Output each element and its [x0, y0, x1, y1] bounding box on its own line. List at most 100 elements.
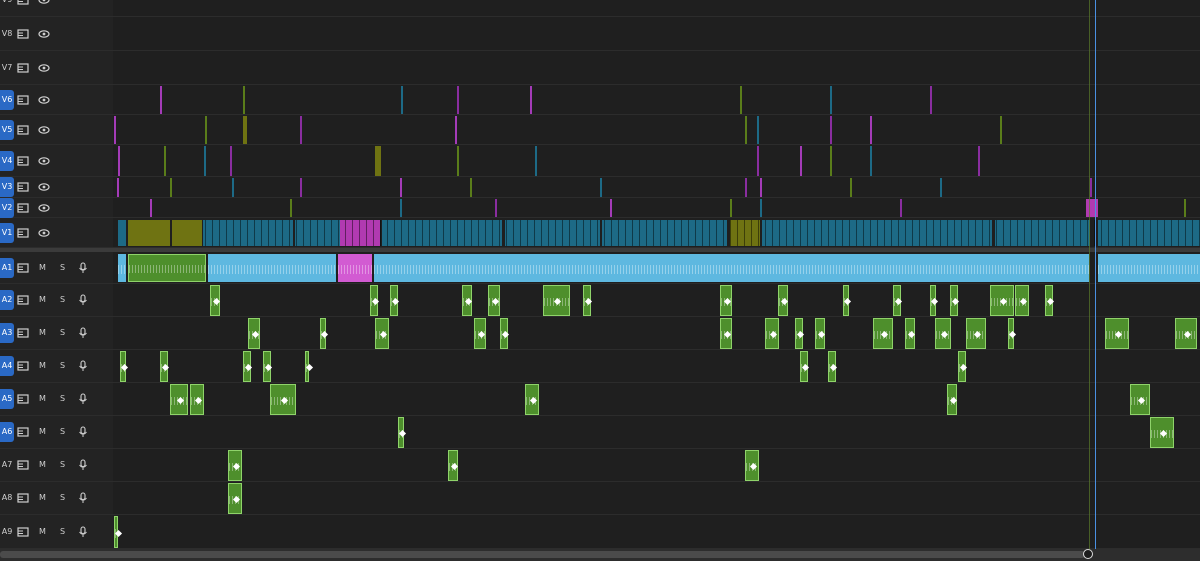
clip-marker[interactable]: [760, 199, 762, 217]
clip[interactable]: [248, 318, 260, 349]
playhead[interactable]: [1095, 0, 1096, 552]
clip[interactable]: [990, 285, 1014, 316]
mute-button[interactable]: M: [39, 492, 46, 504]
clip-marker[interactable]: [745, 178, 747, 197]
track-lane-a4[interactable]: [113, 350, 1200, 383]
microphone-icon[interactable]: [77, 360, 89, 372]
clip[interactable]: [1015, 285, 1029, 316]
track-target-a9[interactable]: A9: [0, 522, 14, 542]
track-header-v6[interactable]: V6: [0, 85, 113, 115]
clip[interactable]: [1130, 384, 1150, 415]
clip[interactable]: [893, 285, 903, 316]
clip-marker[interactable]: [160, 86, 162, 114]
track-target-v8[interactable]: V8: [0, 24, 14, 44]
track-target-v4[interactable]: V4: [0, 150, 14, 171]
clip[interactable]: [114, 516, 123, 548]
film-strip-icon[interactable]: [17, 492, 29, 504]
clip[interactable]: [795, 318, 805, 349]
track-lane-v6[interactable]: [113, 85, 1200, 115]
clip-marker[interactable]: [830, 146, 832, 176]
clip-marker[interactable]: [530, 86, 532, 114]
clip[interactable]: [462, 285, 473, 316]
track-target-a7[interactable]: A7: [0, 455, 14, 475]
track-target-v3[interactable]: V3: [0, 177, 14, 197]
clip-marker[interactable]: [870, 116, 872, 144]
eye-icon[interactable]: [38, 227, 50, 239]
clip-marker[interactable]: [470, 178, 472, 197]
clip-marker[interactable]: [205, 116, 207, 144]
clip-marker[interactable]: [760, 178, 762, 197]
clip[interactable]: [375, 146, 381, 176]
clip[interactable]: [390, 285, 400, 316]
microphone-icon[interactable]: [77, 525, 89, 538]
clip-marker[interactable]: [1184, 199, 1186, 217]
clip[interactable]: [120, 351, 129, 382]
clip-marker[interactable]: [600, 178, 602, 197]
track-lane-v5[interactable]: [113, 115, 1200, 145]
clip[interactable]: [374, 254, 1089, 282]
clip[interactable]: [828, 351, 838, 382]
clip-marker[interactable]: [170, 178, 172, 197]
track-header-v2[interactable]: V2: [0, 197, 113, 218]
track-header-a9[interactable]: A9 M S: [0, 515, 113, 549]
clip-marker[interactable]: [757, 116, 759, 144]
track-lane-v8[interactable]: [113, 17, 1200, 51]
clip[interactable]: [228, 450, 242, 481]
clip[interactable]: [1150, 417, 1174, 448]
clip[interactable]: [543, 285, 570, 316]
clip-marker[interactable]: [118, 146, 120, 176]
clip[interactable]: [382, 220, 502, 246]
track-header-v1[interactable]: V1: [0, 218, 113, 248]
clip[interactable]: [190, 384, 204, 415]
clip-marker[interactable]: [457, 146, 459, 176]
eye-icon[interactable]: [38, 181, 50, 193]
film-strip-icon[interactable]: [17, 62, 29, 74]
track-target-a3[interactable]: A3: [0, 323, 14, 343]
clip[interactable]: [765, 318, 779, 349]
mute-button[interactable]: M: [39, 426, 46, 438]
clip[interactable]: [270, 384, 296, 415]
track-lane-a6[interactable]: [113, 416, 1200, 449]
clip[interactable]: [745, 450, 759, 481]
track-header-v4[interactable]: V4: [0, 145, 113, 177]
track-header-a5[interactable]: A5 M S: [0, 383, 113, 416]
track-target-v2[interactable]: V2: [0, 197, 14, 218]
mute-button[interactable]: M: [39, 393, 46, 405]
mute-button[interactable]: M: [39, 459, 46, 471]
eye-icon[interactable]: [38, 124, 50, 136]
film-strip-icon[interactable]: [17, 124, 29, 136]
clip[interactable]: [203, 220, 293, 246]
clip-marker[interactable]: [930, 86, 932, 114]
clip[interactable]: [1175, 318, 1197, 349]
track-header-a6[interactable]: A6 M S: [0, 416, 113, 449]
clip[interactable]: [243, 351, 253, 382]
film-strip-icon[interactable]: [17, 28, 29, 40]
mute-button[interactable]: M: [39, 360, 46, 372]
clip-marker[interactable]: [164, 146, 166, 176]
track-target-v9[interactable]: V9: [0, 0, 14, 10]
clip-marker[interactable]: [117, 178, 119, 197]
track-header-v7[interactable]: V7: [0, 51, 113, 85]
clip[interactable]: [128, 220, 170, 246]
clip[interactable]: [172, 220, 202, 246]
track-lane-v2[interactable]: [113, 198, 1200, 218]
track-header-v3[interactable]: V3: [0, 177, 113, 198]
track-header-a4[interactable]: A4 M S: [0, 350, 113, 383]
scrollbar-zoom-handle[interactable]: [1083, 549, 1093, 559]
track-target-a6[interactable]: A6: [0, 422, 14, 442]
track-lane-a8[interactable]: [113, 482, 1200, 515]
clip[interactable]: [338, 254, 372, 282]
track-header-v9[interactable]: V9: [0, 0, 113, 17]
eye-icon[interactable]: [38, 28, 50, 40]
film-strip-icon[interactable]: [17, 327, 29, 339]
clip[interactable]: [935, 318, 951, 349]
clip[interactable]: [720, 285, 732, 316]
clip-marker[interactable]: [204, 146, 206, 176]
microphone-icon[interactable]: [77, 261, 89, 274]
clip-marker[interactable]: [1000, 116, 1002, 144]
film-strip-icon[interactable]: [17, 227, 29, 239]
track-header-a2[interactable]: A2 M S: [0, 284, 113, 317]
film-strip-icon[interactable]: [17, 526, 29, 538]
clip-marker[interactable]: [870, 146, 872, 176]
track-header-v5[interactable]: V5: [0, 115, 113, 145]
